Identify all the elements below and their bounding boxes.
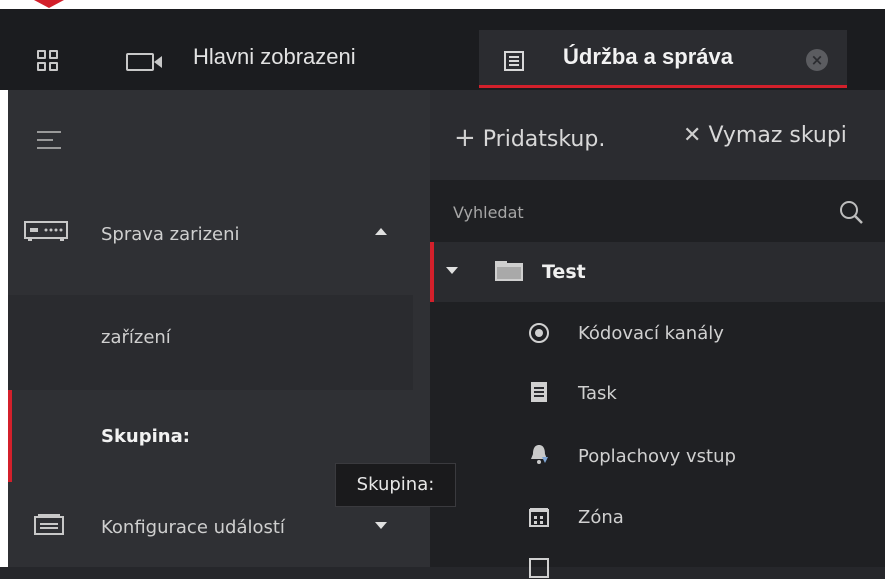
menu-collapse-icon[interactable] bbox=[37, 131, 61, 151]
sidebar-item-zarizeni[interactable]: zařízení bbox=[101, 327, 171, 348]
add-group-label: Pridatskup. bbox=[482, 127, 606, 152]
sidebar-item-skupina[interactable]: Skupina: bbox=[101, 426, 190, 447]
alarm-input-icon bbox=[531, 445, 548, 464]
close-tab-icon[interactable]: × bbox=[806, 49, 828, 71]
delete-group-button[interactable]: ✕ Vymaz skupi bbox=[683, 123, 847, 148]
add-group-button[interactable]: + Pridatskup. bbox=[454, 123, 605, 153]
chevron-down-icon[interactable] bbox=[375, 522, 387, 529]
app-grid-icon[interactable] bbox=[37, 50, 59, 72]
tree-item-zona[interactable]: Zóna bbox=[578, 507, 624, 528]
camera-icon bbox=[126, 53, 162, 71]
chevron-down-icon[interactable] bbox=[446, 267, 458, 274]
tab-hlavni-zobrazeni[interactable]: Hlavni zobrazeni bbox=[193, 44, 356, 70]
device-icon bbox=[24, 221, 68, 241]
sidebar-subgroup-bg bbox=[0, 295, 413, 390]
selected-indicator bbox=[8, 390, 12, 482]
folder-icon bbox=[495, 261, 523, 281]
search-input[interactable]: Vyhledat bbox=[453, 203, 524, 222]
chevron-up-icon[interactable] bbox=[375, 228, 387, 235]
tree-item-kodovaci-kanaly[interactable]: Kódovací kanály bbox=[578, 323, 724, 344]
event-config-icon bbox=[34, 514, 64, 535]
tab-label-udrzba: Údržba a správa bbox=[563, 44, 733, 69]
partial-item-icon bbox=[529, 558, 549, 578]
sidebar-left-edge bbox=[0, 90, 8, 567]
group-tree-panel bbox=[430, 180, 885, 567]
delete-group-label: Vymaz skupi bbox=[708, 123, 847, 148]
sidebar-item-sprava-zarizeni[interactable]: Sprava zarizeni bbox=[101, 224, 240, 245]
task-icon bbox=[531, 382, 547, 402]
top-strip bbox=[0, 0, 885, 9]
tree-group-label: Test bbox=[542, 261, 586, 283]
tree-item-poplachovy-vstup[interactable]: Poplachovy vstup bbox=[578, 446, 736, 467]
zone-icon bbox=[529, 508, 549, 527]
maintenance-icon bbox=[504, 51, 524, 71]
search-icon[interactable] bbox=[838, 199, 864, 225]
plus-icon: + bbox=[454, 123, 476, 153]
tooltip: Skupina: bbox=[335, 463, 456, 507]
encoding-channel-icon bbox=[529, 323, 549, 343]
tree-item-task[interactable]: Task bbox=[578, 383, 617, 404]
close-icon: ✕ bbox=[683, 123, 702, 148]
sidebar-item-konfigurace-udalosti[interactable]: Konfigurace událostí bbox=[101, 517, 285, 538]
